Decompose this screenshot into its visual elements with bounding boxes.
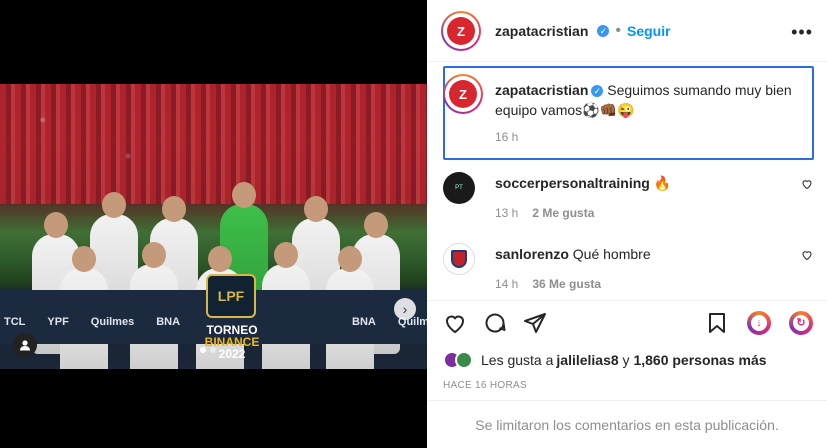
comment-body: sanlorenzo Qué hombre [495,245,651,263]
team-photo[interactable]: TCL YPF Quilmes BNA BNA Quilmes LPF TORN… [0,84,427,369]
repost-extension-icon[interactable]: ↻ [789,311,813,335]
likes-prefix: Les gusta a [481,352,554,368]
caption-body: zapatacristian ✓ Seguimos sumando muy bie… [495,80,795,120]
likes-count[interactable]: 1,860 personas más [633,352,766,368]
separator-dot: • [615,22,621,39]
comment-time[interactable]: 13 h [495,206,518,220]
lpf-logo: LPF [206,274,256,318]
post-timestamp[interactable]: HACE 16 HORAS [443,380,527,391]
verified-badge-icon: ✓ [597,25,610,37]
comment-time[interactable]: 14 h [495,277,518,291]
like-icon[interactable] [443,311,467,335]
sponsor-logo: YPF [47,316,69,328]
likes-user[interactable]: jalilelias8 [556,352,618,368]
comment-like-icon[interactable] [801,249,813,261]
san-lorenzo-crest-icon [451,250,467,268]
likes-summary: Les gusta a jalilelias8 y 1,860 personas… [443,350,767,370]
author-username[interactable]: zapatacristian [495,23,588,39]
sponsor-logo: TCL [4,316,26,328]
comment-meta: 14 h 36 Me gusta [495,277,601,291]
author-avatar[interactable]: Z [441,11,481,51]
share-icon[interactable] [523,311,547,335]
verified-badge-icon: ✓ [591,85,604,98]
post-media: TCL YPF Quilmes BNA BNA Quilmes LPF TORN… [0,0,427,448]
save-bookmark-icon[interactable] [705,311,729,335]
follow-button[interactable]: Seguir [627,23,671,39]
next-arrow-icon[interactable]: › [394,298,416,320]
comment-likes[interactable]: 2 Me gusta [532,206,594,220]
comments-limited-notice: Se limitaron los comentarios en esta pub… [427,400,827,448]
comment-likes[interactable]: 36 Me gusta [532,277,601,291]
comment-text: 🔥 [653,175,672,191]
post-panel: Z zapatacristian ✓ • Seguir ••• Z zapata… [427,0,827,448]
comment-username[interactable]: sanlorenzo [495,246,569,262]
comment-like-icon[interactable] [801,178,813,190]
comment-avatar[interactable]: PT [443,172,475,204]
author-logo: Z [449,80,477,108]
action-bar: ↓ ↻ [427,300,827,344]
user-icon [20,340,30,351]
comment-username[interactable]: soccerpersonaltraining [495,175,650,191]
sponsor-logo: Quilmes [90,316,135,328]
caption-username[interactable]: zapatacristian [495,82,588,98]
more-options-icon[interactable]: ••• [791,22,813,43]
comment-text: Qué hombre [572,246,651,262]
sponsor-logo: BNA [156,316,181,328]
download-extension-icon[interactable]: ↓ [747,311,771,335]
likes-middle: y [618,352,634,368]
comment-avatar[interactable] [443,243,475,275]
likers-avatars [443,351,473,369]
caption: Z zapatacristian ✓ Seguimos sumando muy b… [443,66,814,160]
stadium-crowd [0,84,427,204]
tagged-users-button[interactable] [13,333,37,357]
comment-meta: 13 h 2 Me gusta [495,206,594,220]
caption-avatar[interactable]: Z [443,74,483,114]
caption-time[interactable]: 16 h [495,130,518,144]
comment-icon[interactable] [483,311,507,335]
comment-body: soccerpersonaltraining 🔥 [495,174,671,192]
carousel-dots [200,347,216,353]
post-header: Z zapatacristian ✓ • Seguir ••• [427,0,827,62]
sponsor-logo: BNA [352,316,376,328]
author-logo: Z [447,17,475,45]
carousel-dot [200,347,206,353]
liker-avatar[interactable] [455,351,473,369]
carousel-dot [210,347,216,353]
torneo-text: TORNEO BINANCE 2022 [186,324,278,360]
